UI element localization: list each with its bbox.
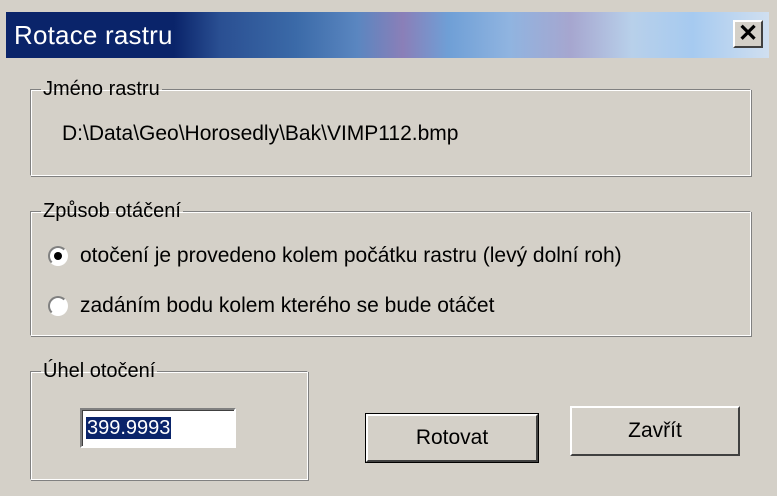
radio-origin-button[interactable] bbox=[48, 246, 68, 266]
close-button-label: Zavřít bbox=[628, 419, 682, 442]
close-icon[interactable]: ✕ bbox=[733, 20, 763, 48]
close-glyph: ✕ bbox=[737, 20, 759, 47]
raster-file-path: D:\Data\Geo\Horosedly\Bak\VIMP112.bmp bbox=[62, 122, 459, 145]
radio-option-origin[interactable]: otočení je provedeno kolem počátku rastr… bbox=[48, 244, 622, 268]
radio-point-button[interactable] bbox=[48, 296, 68, 316]
window-title: Rotace rastru bbox=[14, 20, 173, 50]
rotate-button[interactable]: Rotovat bbox=[365, 413, 539, 463]
raster-name-legend: Jméno rastru bbox=[43, 78, 160, 100]
title-bar[interactable]: Rotace rastru ✕ bbox=[6, 12, 769, 58]
close-button[interactable]: Zavřít bbox=[570, 406, 740, 456]
rotation-angle-legend: Úhel otočení bbox=[43, 360, 156, 382]
rotate-raster-dialog: Rotace rastru ✕ Jméno rastru D:\Data\Geo… bbox=[0, 0, 777, 496]
rotation-angle-value: 399.9993 bbox=[86, 417, 172, 439]
radio-option-point[interactable]: zadáním bodu kolem kterého se bude otáče… bbox=[48, 294, 494, 318]
radio-point-label: zadáním bodu kolem kterého se bude otáče… bbox=[80, 294, 495, 317]
rotate-button-label: Rotovat bbox=[415, 426, 489, 449]
rotation-angle-input[interactable]: 399.9993 bbox=[80, 408, 236, 448]
radio-origin-label: otočení je provedeno kolem počátku rastr… bbox=[80, 244, 622, 267]
rotation-method-legend: Způsob otáčení bbox=[43, 200, 181, 222]
